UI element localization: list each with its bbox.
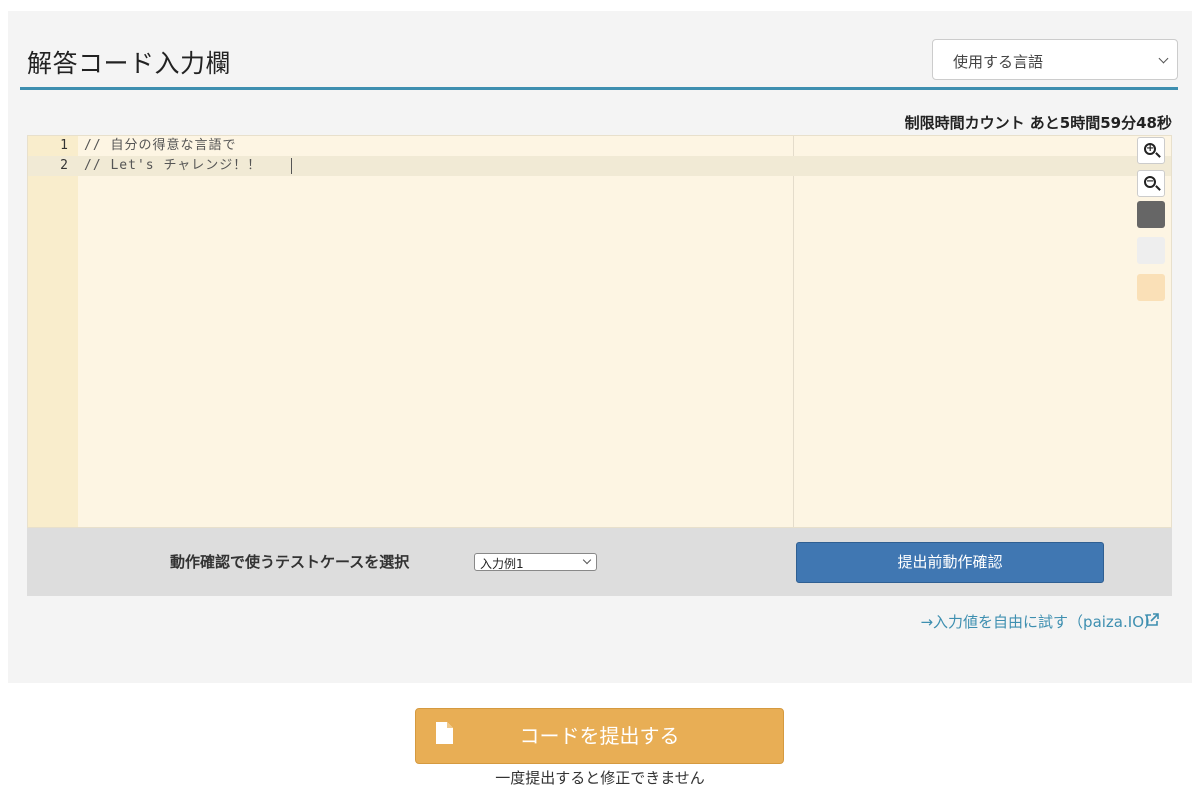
page-title: 解答コード入力欄 (27, 49, 232, 78)
line-number: 1 (60, 138, 68, 153)
pre-submit-check-button[interactable]: 提出前動作確認 (796, 542, 1104, 583)
external-link-icon[interactable] (1144, 612, 1160, 628)
time-limit-countdown: 制限時間カウント あと5時間59分48秒 (904, 114, 1172, 132)
testcase-select-value: 入力例1 (480, 557, 524, 571)
language-select[interactable]: 使用する言語 (932, 39, 1178, 80)
zoom-out-button[interactable]: − (1137, 170, 1165, 197)
paiza-io-link[interactable]: →入力値を自由に試す（paiza.IO） (920, 611, 1159, 632)
magnifier-handle (1155, 152, 1161, 158)
theme-light-button[interactable] (1137, 237, 1165, 264)
code-editor[interactable]: 1 // 自分の得意な言語で 2 // Let's チャレンジ！！ + − (27, 135, 1172, 528)
document-icon (436, 722, 453, 744)
testcase-select[interactable]: 入力例1 (474, 553, 597, 571)
submit-warning-note: 一度提出すると修正できません (495, 769, 705, 787)
chevron-down-icon (582, 555, 592, 565)
magnifier-handle (1155, 185, 1161, 191)
line-number: 2 (60, 158, 68, 173)
code-line[interactable]: 1 // 自分の得意な言語で (28, 136, 1171, 156)
testcase-label: 動作確認で使うテストケースを選択 (170, 553, 410, 571)
submit-button-label: コードを提出する (519, 724, 680, 748)
code-text[interactable]: // Let's チャレンジ！！ (84, 156, 261, 176)
submit-code-button[interactable]: コードを提出する (415, 708, 784, 764)
language-select-label: 使用する言語 (953, 53, 1044, 71)
code-text[interactable]: // 自分の得意な言語で (84, 136, 236, 156)
chevron-down-icon (1158, 53, 1169, 64)
zoom-in-button[interactable]: + (1137, 137, 1165, 164)
theme-cream-button[interactable] (1137, 274, 1165, 301)
line-number-gutter (28, 136, 78, 527)
theme-dark-button[interactable] (1137, 201, 1165, 228)
answer-header: 解答コード入力欄 使用する言語 (20, 28, 1178, 90)
testcase-bar: 動作確認で使うテストケースを選択 入力例1 提出前動作確認 (27, 528, 1172, 596)
code-line-active[interactable]: 2 // Let's チャレンジ！！ (28, 156, 1171, 176)
text-cursor (291, 158, 292, 174)
print-margin (793, 136, 794, 527)
